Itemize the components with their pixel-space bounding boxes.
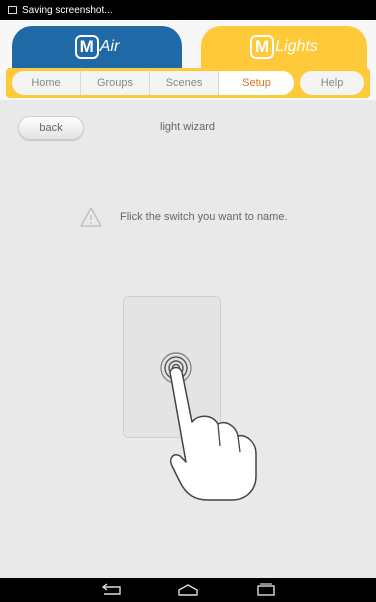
tab-home[interactable]: Home — [12, 71, 81, 95]
mylights-logo-box: M — [250, 35, 275, 59]
help-button[interactable]: Help — [300, 71, 364, 95]
system-nav-bar — [0, 578, 376, 602]
myair-logo-text: Air — [99, 38, 120, 55]
tab-scenes[interactable]: Scenes — [150, 71, 219, 95]
myair-logo-box: M — [74, 35, 99, 59]
recent-apps-icon[interactable] — [252, 582, 280, 598]
nav-bar: Home Groups Scenes Setup Help — [6, 68, 370, 98]
mylights-tab[interactable]: M Lights — [201, 26, 367, 68]
app-header: M Air M Lights Home Groups Scenes Setup … — [0, 20, 376, 100]
back-icon[interactable] — [98, 582, 126, 598]
nav-tabs: Home Groups Scenes Setup — [12, 71, 294, 95]
page-title: light wizard — [160, 121, 216, 133]
status-notification: Saving screenshot... — [22, 4, 113, 16]
pointing-hand-icon — [160, 352, 257, 501]
instruction-text: Flick the switch you want to name. — [120, 211, 288, 223]
warning-triangle-icon — [80, 207, 102, 227]
wizard-content: back light wizard Flick the switch you w… — [0, 100, 376, 578]
myair-tab[interactable]: M Air — [12, 26, 182, 68]
home-icon[interactable] — [174, 582, 202, 598]
tab-setup[interactable]: Setup — [219, 71, 294, 95]
back-button[interactable]: back — [18, 116, 84, 140]
screenshot-icon — [8, 6, 17, 14]
tab-groups[interactable]: Groups — [81, 71, 150, 95]
mylights-logo-text: Lights — [275, 38, 318, 55]
status-bar: Saving screenshot... — [0, 0, 376, 20]
